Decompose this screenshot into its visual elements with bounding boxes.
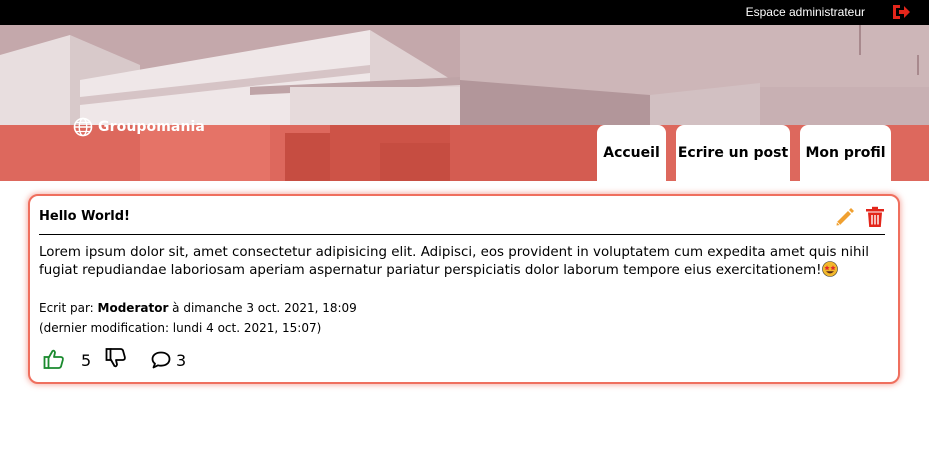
post-title: Hello World!	[39, 209, 130, 224]
logo[interactable]: Groupomania	[73, 117, 205, 137]
thumbs-up-icon[interactable]	[43, 348, 65, 370]
comment-count: 3	[176, 351, 187, 370]
like-count: 5	[81, 351, 92, 370]
post-date: à dimanche 3 oct. 2021, 18:09	[168, 301, 357, 315]
thumbs-down-icon[interactable]	[105, 347, 127, 369]
tab-home[interactable]: Accueil	[597, 125, 666, 181]
tab-write-post[interactable]: Ecrire un post	[676, 125, 790, 181]
sign-out-icon[interactable]	[891, 3, 911, 21]
pencil-icon[interactable]	[834, 206, 856, 228]
post-card: Hello World! Lorem ipsum dolor sit, amet…	[28, 194, 900, 384]
trash-icon[interactable]	[865, 206, 885, 228]
post-author-line: Ecrit par: Moderator à dimanche 3 oct. 2…	[39, 298, 357, 318]
post-body-text: Lorem ipsum dolor sit, amet consectetur …	[39, 245, 869, 278]
admin-space-link[interactable]: Espace administrateur	[746, 5, 865, 20]
post-author[interactable]: Moderator	[98, 301, 169, 315]
tab-my-profile[interactable]: Mon profil	[800, 125, 891, 181]
speech-bubble-icon[interactable]	[151, 350, 171, 370]
star-struck-emoji-icon	[821, 261, 838, 277]
admin-bar: Espace administrateur	[0, 0, 929, 25]
post-meta: Ecrit par: Moderator à dimanche 3 oct. 2…	[39, 298, 357, 338]
post-body: Lorem ipsum dolor sit, amet consectetur …	[39, 244, 889, 279]
written-by-label: Ecrit par:	[39, 301, 98, 315]
title-divider	[39, 234, 885, 235]
globe-icon	[73, 117, 93, 137]
logo-text: Groupomania	[98, 119, 205, 135]
post-modified-date: (dernier modification: lundi 4 oct. 2021…	[39, 321, 322, 335]
